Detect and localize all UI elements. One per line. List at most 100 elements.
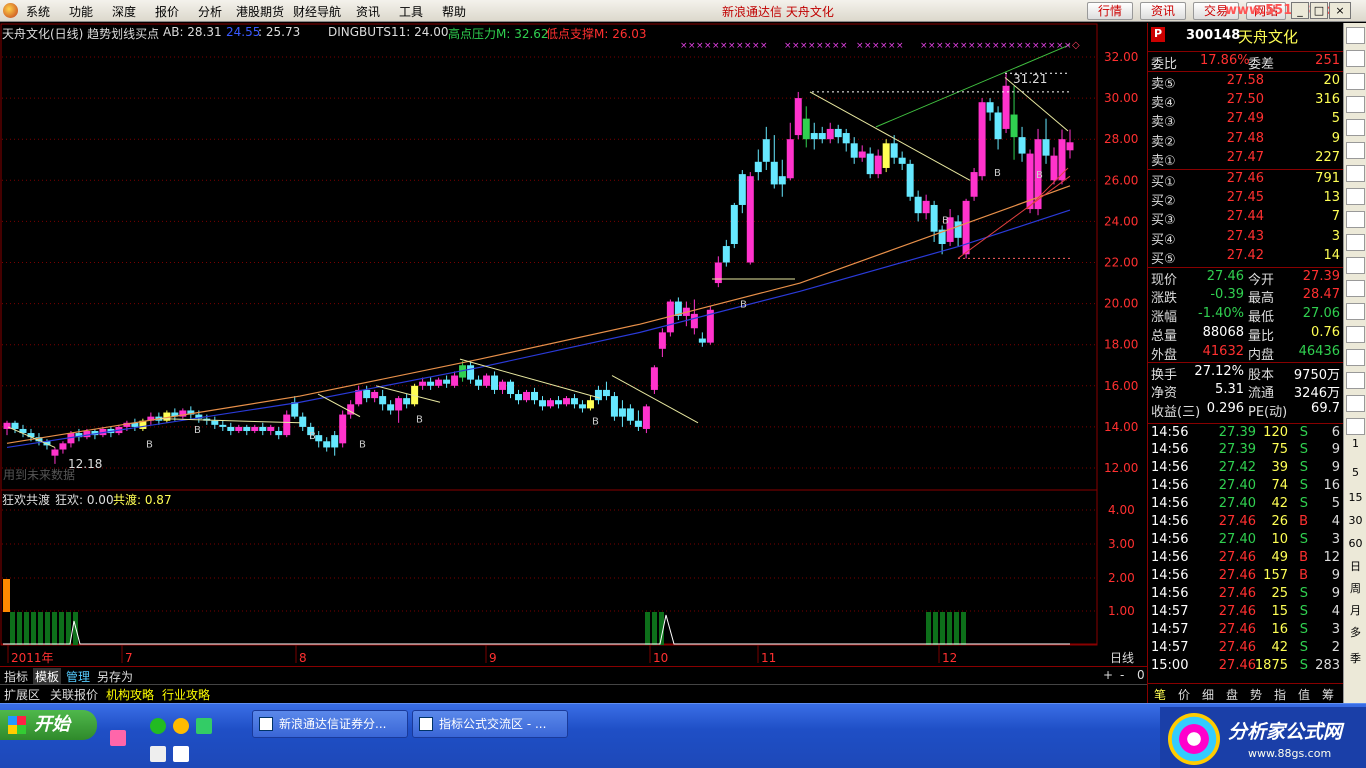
menu-system[interactable]: 系统: [26, 3, 50, 20]
quote-tab-6[interactable]: 值: [1298, 686, 1310, 703]
buy-row-1[interactable]: 买① 27.46 791: [1148, 169, 1344, 190]
menu-quote[interactable]: 报价: [155, 3, 179, 20]
p-badge-icon[interactable]: P: [1151, 27, 1165, 42]
tick-row[interactable]: 14:57 27.46 42 S 2: [1148, 639, 1344, 657]
fin-icon[interactable]: [1346, 142, 1365, 159]
buy-row-4[interactable]: 买④ 27.43 3: [1148, 228, 1344, 248]
bar-chart-icon[interactable]: [1346, 73, 1365, 90]
quote-tab-7[interactable]: 筹: [1322, 686, 1334, 703]
start-button[interactable]: 开始: [0, 710, 97, 740]
ie-icon[interactable]: [150, 718, 166, 734]
candle-icon[interactable]: [1346, 96, 1365, 113]
tab-manage[interactable]: 管理: [66, 668, 90, 685]
menu-analysis[interactable]: 分析: [198, 3, 222, 20]
quote-tab-button[interactable]: 行情: [1087, 2, 1133, 20]
tab-institution-strategy[interactable]: 机构攻略: [106, 686, 154, 703]
help-icon[interactable]: [173, 746, 189, 762]
weibi-row[interactable]: 委比 17.86% 委差 251: [1148, 51, 1344, 72]
line-chart-icon[interactable]: [1346, 50, 1365, 67]
period-button-3[interactable]: 30: [1344, 514, 1366, 527]
tick-row[interactable]: 14:56 27.46 157 B 9: [1148, 567, 1344, 585]
desktop-icon[interactable]: [110, 730, 126, 746]
arrow-icon[interactable]: [1346, 349, 1365, 366]
quote-tab-2[interactable]: 细: [1202, 686, 1214, 703]
tick-row[interactable]: 14:56 27.40 42 S 5: [1148, 495, 1344, 513]
task-tdx[interactable]: 新浪通达信证券分...: [252, 710, 408, 738]
rsi-icon[interactable]: [1346, 326, 1365, 343]
tab-template[interactable]: 模板: [33, 668, 62, 685]
tick-row[interactable]: 14:56 27.40 74 S 16: [1148, 477, 1344, 495]
stat-row[interactable]: 总量 88068 量比 0.76: [1148, 324, 1344, 344]
quote-tab-5[interactable]: 指: [1274, 686, 1286, 703]
task-forum[interactable]: 指标公式交流区 - ...: [412, 710, 568, 738]
menu-finance-nav[interactable]: 财经导航: [293, 3, 341, 20]
zoom-out-button[interactable]: -: [1120, 668, 1124, 682]
app-logo-icon[interactable]: [3, 3, 18, 18]
period-button-2[interactable]: 15: [1344, 491, 1366, 504]
quote-tab-4[interactable]: 势: [1250, 686, 1262, 703]
sell-row-5[interactable]: 卖⑤ 27.58 20: [1148, 71, 1344, 92]
tick-row[interactable]: 14:56 27.46 26 B 4: [1148, 513, 1344, 531]
table-icon[interactable]: [1346, 280, 1365, 297]
media-icon[interactable]: [173, 718, 189, 734]
sell-row-3[interactable]: 卖③ 27.49 5: [1148, 110, 1344, 130]
tick-row[interactable]: 14:56 27.40 10 S 3: [1148, 531, 1344, 549]
stat-row[interactable]: 涨跌 -0.39 最高 28.47: [1148, 286, 1344, 306]
menu-info[interactable]: 资讯: [356, 3, 380, 20]
tick-row[interactable]: 15:00 27.46 1875 S 283: [1148, 657, 1344, 675]
tick-row[interactable]: 14:56 27.46 49 B 12: [1148, 549, 1344, 567]
period-button-5[interactable]: 日: [1344, 558, 1366, 574]
stat-row[interactable]: 外盘 41632 内盘 46436: [1148, 343, 1344, 363]
close-button[interactable]: ×: [1329, 2, 1351, 19]
tick-row[interactable]: 14:56 27.39 75 S 9: [1148, 441, 1344, 459]
sell-row-2[interactable]: 卖② 27.48 9: [1148, 130, 1344, 150]
minimize-button[interactable]: _: [1291, 2, 1309, 19]
grid-icon[interactable]: [1346, 27, 1365, 44]
tick-row[interactable]: 14:56 27.39 120 S 6: [1148, 423, 1344, 441]
tab-save-as[interactable]: 另存为: [97, 668, 133, 685]
pen-icon[interactable]: [1346, 418, 1365, 435]
stat-row[interactable]: 净资 5.31 流通 3246万: [1148, 381, 1344, 401]
kline-chart-svg[interactable]: 32.00 30.00 28.00 26.00 24.00 22.00 20.00 18.00…: [0, 23, 1147, 666]
buy-row-3[interactable]: 买③ 27.44 7: [1148, 208, 1344, 228]
period-button-7[interactable]: 月: [1344, 602, 1366, 618]
tick-row[interactable]: 14:57 27.46 15 S 4: [1148, 603, 1344, 621]
sell-row-4[interactable]: 卖④ 27.50 316: [1148, 91, 1344, 111]
tab-industry-strategy[interactable]: 行业攻略: [162, 686, 210, 703]
wave-icon[interactable]: [1346, 303, 1365, 320]
stat-row[interactable]: 换手 27.12% 股本 9750万: [1148, 362, 1344, 383]
info-icon[interactable]: [1346, 188, 1365, 205]
menu-depth[interactable]: 深度: [112, 3, 136, 20]
quote-tab-3[interactable]: 盘: [1226, 686, 1238, 703]
stat-row[interactable]: 收益(三) 0.296 PE(动) 69.7: [1148, 400, 1344, 420]
sell-row-1[interactable]: 卖① 27.47 227: [1148, 149, 1344, 169]
fiz-icon[interactable]: [1346, 211, 1365, 228]
menu-tools[interactable]: 工具: [399, 3, 423, 20]
maximize-button[interactable]: □: [1310, 2, 1328, 19]
fund-icon[interactable]: [1346, 165, 1365, 182]
list-icon[interactable]: [1346, 119, 1365, 136]
period-button-4[interactable]: 60: [1344, 537, 1366, 550]
app-quick-icon[interactable]: [196, 718, 212, 734]
period-button-9[interactable]: 季: [1344, 650, 1366, 666]
stat-row[interactable]: 涨幅 -1.40% 最低 27.06: [1148, 305, 1344, 325]
keyboard-icon[interactable]: [150, 746, 166, 762]
quote-tab-0[interactable]: 笔: [1154, 686, 1166, 703]
news-tab-button[interactable]: 资讯: [1140, 2, 1186, 20]
cross-icon[interactable]: [1346, 257, 1365, 274]
period-button-1[interactable]: 5: [1344, 466, 1366, 479]
zoom-reset-button[interactable]: 0: [1137, 668, 1145, 682]
zoom-in-button[interactable]: +: [1103, 668, 1113, 682]
tab-indicator[interactable]: 指标: [4, 668, 28, 685]
stat-row[interactable]: 现价 27.46 今开 27.39: [1148, 267, 1344, 288]
tech-icon[interactable]: [1346, 234, 1365, 251]
tick-row[interactable]: 14:57 27.46 16 S 3: [1148, 621, 1344, 639]
period-button-0[interactable]: 1: [1344, 437, 1366, 450]
period-button-6[interactable]: 周: [1344, 580, 1366, 596]
exit-icon[interactable]: [1346, 395, 1365, 412]
buy-row-2[interactable]: 买② 27.45 13: [1148, 189, 1344, 209]
quote-tab-1[interactable]: 价: [1178, 686, 1190, 703]
menu-function[interactable]: 功能: [69, 3, 93, 20]
buy-row-5[interactable]: 买⑤ 27.42 14: [1148, 247, 1344, 267]
tab-related-quotes[interactable]: 关联报价: [50, 686, 98, 703]
